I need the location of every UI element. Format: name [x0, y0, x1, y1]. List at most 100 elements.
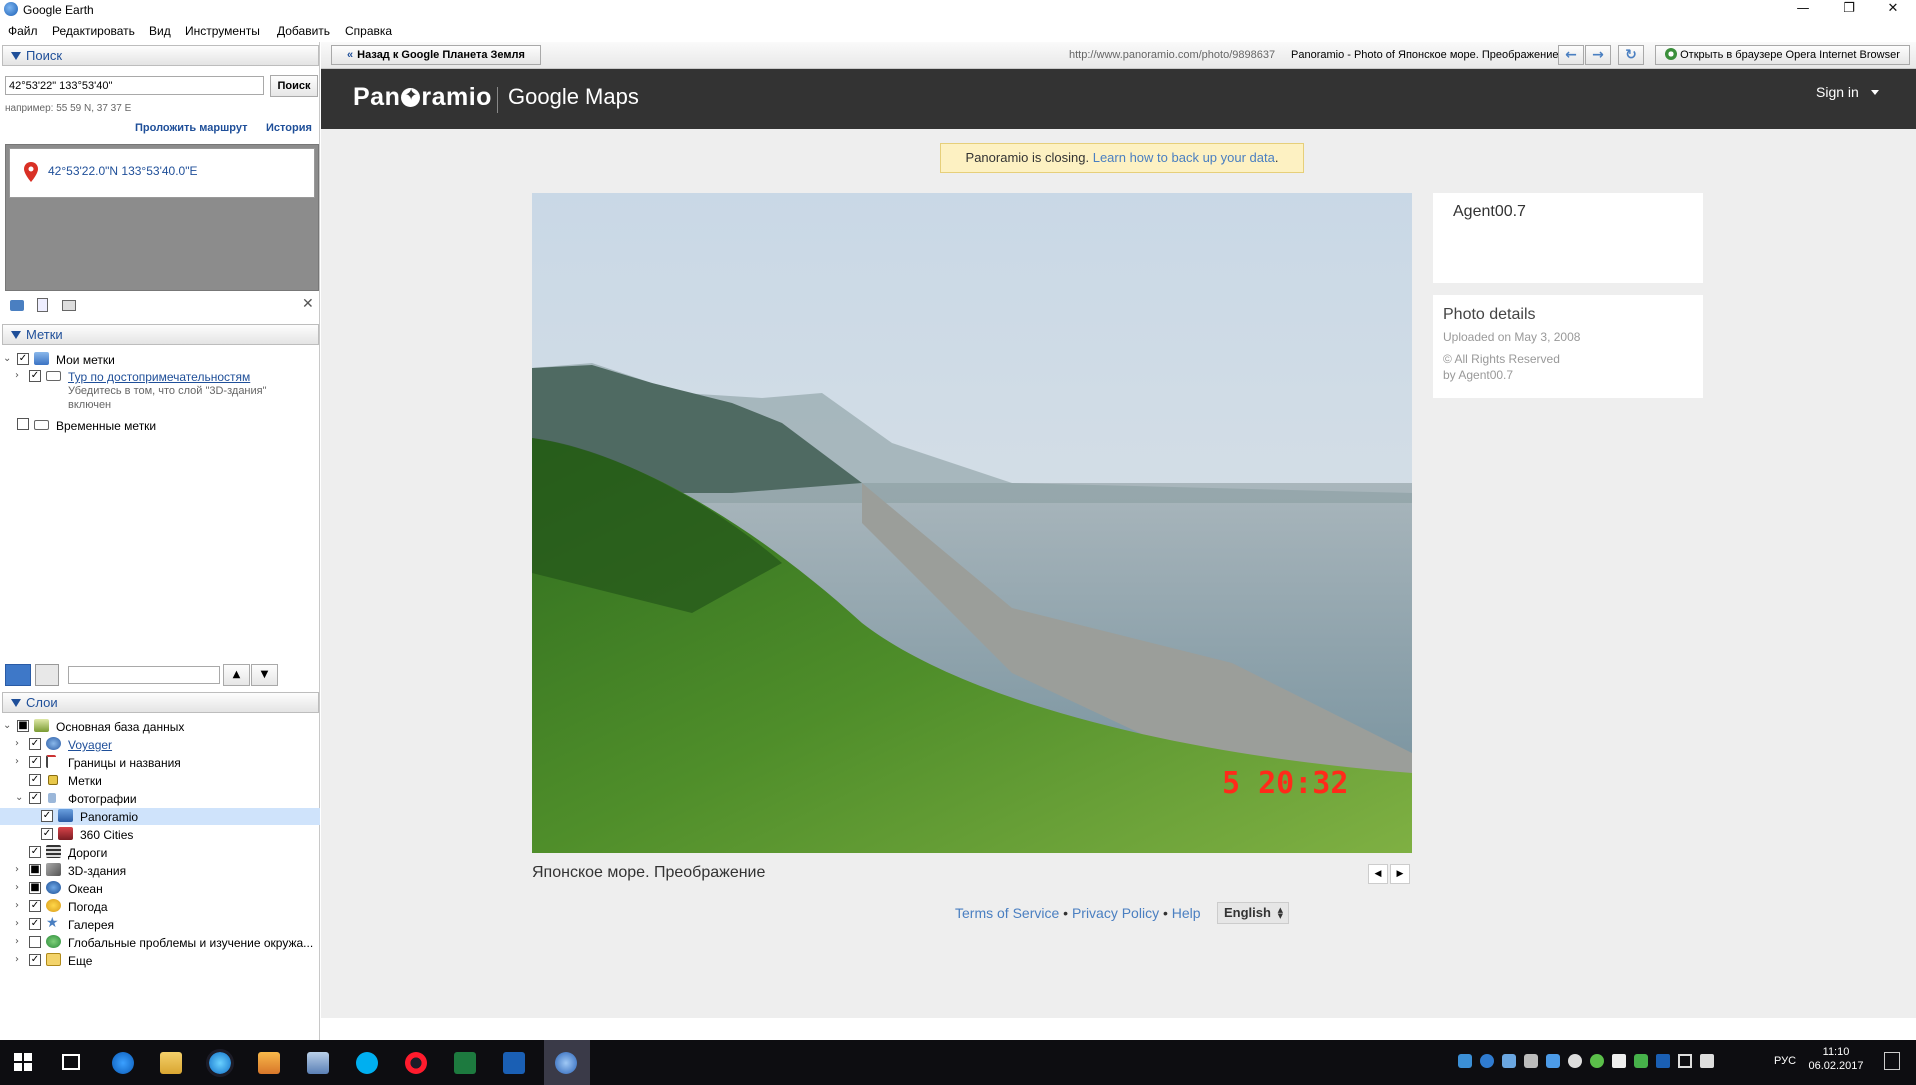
prev-photo-icon[interactable]: ◀	[1368, 864, 1388, 884]
layer-item-roads[interactable]: ✓ Дороги	[0, 844, 320, 861]
menu-help[interactable]: Справка	[345, 24, 392, 38]
layer-item-borders[interactable]: › ✓ Границы и названия	[0, 754, 320, 771]
checkbox[interactable]: ✓	[29, 774, 41, 786]
google-earth-taskbar-icon[interactable]	[555, 1052, 577, 1074]
places-section-header[interactable]: Метки	[2, 324, 319, 345]
next-photo-icon[interactable]: ▶	[1390, 864, 1410, 884]
layer-item-global-awareness[interactable]: › Глобальные проблемы и изучение окружа.…	[0, 934, 320, 951]
copy-icon[interactable]	[37, 298, 48, 312]
maximize-button[interactable]: ❐	[1826, 0, 1872, 20]
search-button[interactable]: Поиск	[270, 75, 318, 97]
media-player-icon[interactable]	[258, 1052, 280, 1074]
checkbox[interactable]: ✓	[29, 756, 41, 768]
layer-item-primary-db[interactable]: ⌄ ■ Основная база данных	[0, 718, 320, 735]
tray-app-icon[interactable]	[1568, 1054, 1582, 1068]
search-section-header[interactable]: Поиск	[2, 45, 319, 66]
layer-item-photos[interactable]: ⌄ ✓ Фотографии	[0, 790, 320, 807]
tree-item-my-places[interactable]: ⌄ ✓ Мои метки	[0, 351, 320, 368]
windows-start-icon[interactable]	[14, 1053, 32, 1071]
checkbox[interactable]: ✓	[29, 900, 41, 912]
checkbox[interactable]	[17, 418, 29, 430]
url-text[interactable]: http://www.panoramio.com/photo/9898637	[1069, 49, 1275, 61]
layer-filter-input[interactable]	[68, 666, 220, 684]
edge-icon[interactable]	[112, 1052, 134, 1074]
panel-toggle-icon[interactable]	[35, 664, 59, 686]
skype-icon[interactable]	[356, 1052, 378, 1074]
notifications-icon[interactable]	[1884, 1052, 1900, 1070]
tray-app-icon[interactable]	[1502, 1054, 1516, 1068]
open-in-browser-button[interactable]: Открыть в браузере Opera Internet Browse…	[1655, 45, 1910, 65]
tour-link[interactable]: Тур по достопримечательностям	[68, 370, 250, 384]
collapse-icon[interactable]: ⌄	[3, 353, 11, 364]
language-select[interactable]: English ▲ ▼	[1217, 902, 1289, 924]
layer-item-panoramio[interactable]: ✓ Panoramio	[0, 808, 320, 825]
mail-icon[interactable]	[1612, 1054, 1626, 1068]
checkbox[interactable]: ✓	[29, 918, 41, 930]
checkbox[interactable]: ✓	[41, 810, 53, 822]
tray-app-icon[interactable]	[1634, 1054, 1648, 1068]
layer-item-gallery[interactable]: › ✓ ★ Галерея	[0, 916, 320, 933]
expand-icon[interactable]: ›	[15, 900, 19, 911]
menu-add[interactable]: Добавить	[277, 24, 330, 38]
layer-item-more[interactable]: › ✓ Еще	[0, 952, 320, 969]
tree-item-temporary[interactable]: Временные метки	[0, 417, 320, 434]
panoramio-photo[interactable]: 5 20:32	[532, 193, 1412, 853]
close-panel-icon[interactable]: ✕	[302, 296, 314, 312]
help-link[interactable]: Help	[1172, 905, 1201, 921]
opera-icon[interactable]	[405, 1052, 427, 1074]
tray-app-icon[interactable]	[1480, 1054, 1494, 1068]
menu-file[interactable]: Файл	[8, 24, 38, 38]
tree-item-tour[interactable]: › ✓ Тур по достопримечательностям	[0, 368, 320, 385]
tray-app-icon[interactable]	[1546, 1054, 1560, 1068]
expand-icon[interactable]: ›	[15, 370, 19, 381]
back-to-earth-button[interactable]: «Назад к Google Планета Земля	[331, 45, 541, 65]
clock[interactable]: 11:10 06.02.2017	[1806, 1045, 1866, 1073]
checkbox[interactable]: ✓	[17, 353, 29, 365]
add-folder-icon[interactable]	[10, 300, 24, 311]
panoramio-logo[interactable]: Pan ✦ ramio	[353, 83, 492, 112]
checkbox[interactable]	[29, 936, 41, 948]
privacy-link[interactable]: Privacy Policy	[1072, 905, 1159, 921]
expand-icon[interactable]: ›	[15, 756, 19, 767]
layer-item-3d-buildings[interactable]: › ■ 3D-здания	[0, 862, 320, 879]
move-down-icon[interactable]: ▼	[251, 664, 278, 686]
search-layers-icon[interactable]	[5, 664, 31, 686]
tray-app-icon[interactable]	[1590, 1054, 1604, 1068]
collapse-icon[interactable]: ⌄	[3, 720, 11, 731]
menu-edit[interactable]: Редактировать	[52, 24, 135, 38]
excel-icon[interactable]	[454, 1052, 476, 1074]
route-link[interactable]: Проложить маршрут	[135, 122, 247, 134]
ie-icon[interactable]	[206, 1049, 234, 1077]
expand-icon[interactable]: ›	[15, 864, 19, 875]
outlook-icon[interactable]	[503, 1052, 525, 1074]
layers-section-header[interactable]: Слои	[2, 692, 319, 713]
checkbox[interactable]: ✓	[29, 792, 41, 804]
backup-link[interactable]: Learn how to back up your data	[1093, 150, 1275, 165]
collapse-icon[interactable]: ⌄	[15, 792, 23, 803]
volume-icon[interactable]	[1700, 1054, 1714, 1068]
checkbox[interactable]: ■	[29, 864, 41, 876]
menu-tools[interactable]: Инструменты	[185, 24, 260, 38]
back-arrow-icon[interactable]: ←	[1558, 45, 1584, 65]
minimize-button[interactable]: —	[1780, 0, 1826, 20]
tray-app-icon[interactable]	[1458, 1054, 1472, 1068]
network-icon[interactable]	[1678, 1054, 1692, 1068]
expand-icon[interactable]: ›	[15, 918, 19, 929]
checkbox[interactable]: ■	[29, 882, 41, 894]
outlook-tray-icon[interactable]	[1656, 1054, 1670, 1068]
layer-item-360-cities[interactable]: ✓ 360 Cities	[0, 826, 320, 843]
file-explorer-icon[interactable]	[160, 1052, 182, 1074]
layer-label[interactable]: Voyager	[68, 738, 112, 752]
network-app-icon[interactable]	[307, 1052, 329, 1074]
expand-icon[interactable]: ›	[15, 954, 19, 965]
checkbox[interactable]: ✓	[41, 828, 53, 840]
task-view-icon[interactable]	[62, 1054, 80, 1070]
layer-item-ocean[interactable]: › ■ Океан	[0, 880, 320, 897]
search-result-item[interactable]: 42°53'22.0"N 133°53'40.0"E	[9, 148, 315, 198]
move-up-icon[interactable]: ▲	[223, 664, 250, 686]
tray-app-icon[interactable]	[1524, 1054, 1538, 1068]
layer-item-places[interactable]: ✓ Метки	[0, 772, 320, 789]
checkbox[interactable]: ✓	[29, 370, 41, 382]
reload-icon[interactable]: ↻	[1618, 45, 1644, 65]
history-link[interactable]: История	[266, 122, 312, 134]
